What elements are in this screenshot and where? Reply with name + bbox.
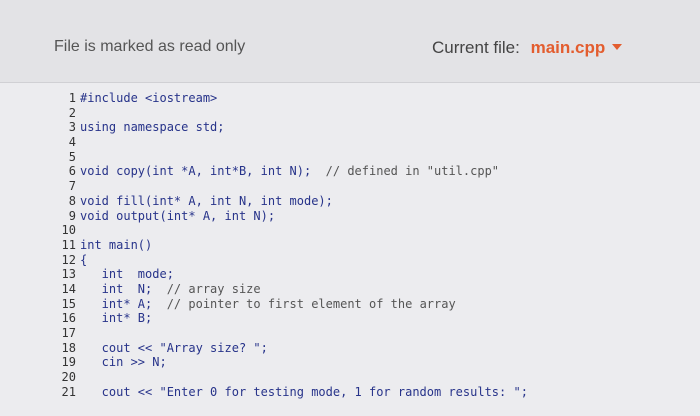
- code-line: 7: [54, 179, 528, 194]
- code-comment: // pointer to first element of the array: [166, 296, 456, 311]
- code-text: {: [80, 252, 88, 267]
- line-number: 2: [68, 105, 76, 120]
- code-text: cout << "Enter 0 for testing mode, 1 for…: [80, 384, 528, 399]
- code-line: 9 void output(int* A, int N);: [54, 209, 528, 224]
- code-text: using namespace std;: [80, 120, 225, 135]
- line-number: 5: [68, 149, 76, 164]
- line-number: 8: [68, 193, 76, 208]
- code-line: 19 cin >> N;: [54, 355, 528, 370]
- code-line: 4: [54, 135, 528, 150]
- code-line: 17: [54, 326, 528, 341]
- code-text: #include <iostream>: [80, 91, 218, 105]
- code-text: void copy(int *A, int*B, int N);: [80, 164, 326, 179]
- current-file-selector[interactable]: Current file: main.cpp: [432, 38, 605, 58]
- code-line: 15 int* A; // pointer to first element o…: [54, 297, 528, 312]
- line-number: 11: [61, 237, 76, 252]
- line-number: 10: [61, 223, 76, 238]
- current-file-label: Current file:: [432, 38, 520, 57]
- line-number: 6: [68, 164, 76, 179]
- code-text: int main(): [80, 237, 153, 252]
- line-number: 17: [61, 326, 76, 340]
- code-line: 12 {: [54, 253, 528, 268]
- code-text: int mode;: [80, 267, 174, 282]
- line-number: 1: [68, 91, 76, 105]
- code-line: 21 cout << "Enter 0 for testing mode, 1 …: [54, 385, 528, 400]
- code-line: 11 int main(): [54, 238, 528, 253]
- code-text: int* B;: [80, 311, 153, 326]
- line-number: 13: [61, 267, 76, 282]
- line-number: 16: [61, 311, 76, 326]
- code-editor[interactable]: 1 #include <iostream> 2 3 using namespace st…: [0, 83, 700, 416]
- code-comment: // defined in "util.cpp": [325, 164, 500, 179]
- code-line: 3 using namespace std;: [54, 120, 528, 135]
- code-text: void fill(int* A, int N, int mode);: [80, 193, 333, 208]
- line-number: 4: [68, 135, 76, 150]
- editor-header: File is marked as read only Current file…: [0, 0, 700, 83]
- code-line: 5: [54, 150, 528, 165]
- line-number: 15: [61, 296, 76, 311]
- code-line: 6 void copy(int *A, int*B, int N); // def…: [54, 164, 528, 179]
- line-number: 14: [61, 281, 76, 296]
- code-line: 2: [54, 106, 528, 121]
- code-line: 10: [54, 223, 528, 238]
- current-file-name[interactable]: main.cpp: [531, 38, 606, 57]
- code-text: int* A;: [80, 296, 167, 311]
- code-text: void output(int* A, int N);: [80, 208, 276, 223]
- line-number: 3: [68, 120, 76, 135]
- line-number: 7: [68, 179, 76, 194]
- code-text: cout << "Array size? ";: [80, 340, 268, 355]
- code-text: cin >> N;: [80, 355, 167, 370]
- code-line: 8 void fill(int* A, int N, int mode);: [54, 194, 528, 209]
- line-number: 12: [61, 252, 76, 267]
- code-text: int N;: [80, 281, 167, 296]
- code-comment: // array size: [166, 281, 261, 296]
- line-number: 21: [61, 384, 76, 399]
- code-line: 18 cout << "Array size? ";: [54, 341, 528, 356]
- line-number: 9: [68, 208, 76, 223]
- code-line: 13 int mode;: [54, 267, 528, 282]
- line-number: 18: [61, 340, 76, 355]
- code-line: 14 int N; // array size: [54, 282, 528, 297]
- code-line: 1 #include <iostream>: [54, 91, 528, 106]
- line-number: 19: [61, 355, 76, 370]
- readonly-notice: File is marked as read only: [54, 38, 246, 55]
- code-line: 20: [54, 370, 528, 385]
- chevron-down-icon[interactable]: [612, 44, 622, 50]
- line-number: 20: [61, 370, 76, 385]
- code-lines: 1 #include <iostream> 2 3 using namespace st…: [54, 91, 528, 399]
- code-line: 16 int* B;: [54, 311, 528, 326]
